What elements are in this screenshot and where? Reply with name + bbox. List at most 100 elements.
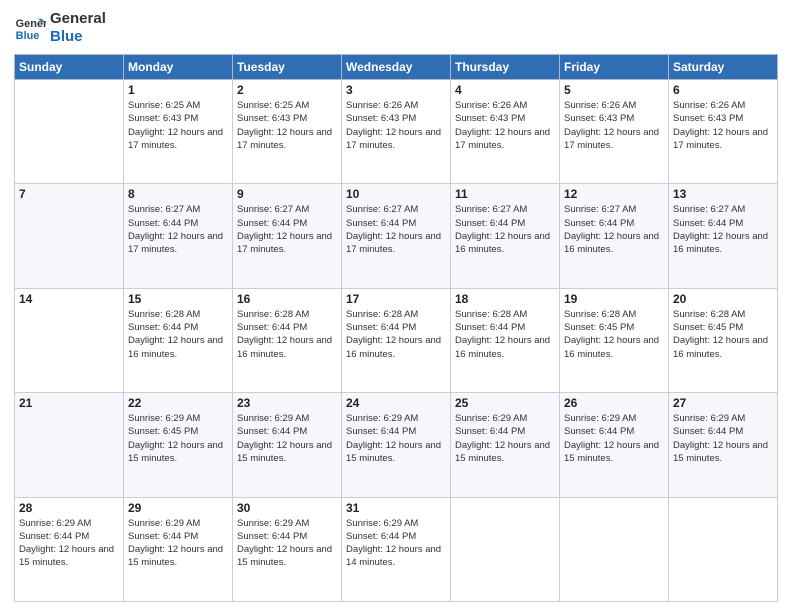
calendar-cell: 9 Sunrise: 6:27 AMSunset: 6:44 PMDaylight… — [233, 184, 342, 288]
day-number: 31 — [346, 501, 446, 515]
calendar-cell: 6 Sunrise: 6:26 AMSunset: 6:43 PMDaylight… — [669, 80, 778, 184]
calendar-cell: 17 Sunrise: 6:28 AMSunset: 6:44 PMDayligh… — [342, 288, 451, 392]
calendar-cell: 13 Sunrise: 6:27 AMSunset: 6:44 PMDayligh… — [669, 184, 778, 288]
day-info: Sunrise: 6:29 AMSunset: 6:44 PMDaylight:… — [237, 412, 337, 465]
calendar-cell: 29 Sunrise: 6:29 AMSunset: 6:44 PMDayligh… — [124, 497, 233, 601]
day-info: Sunrise: 6:27 AMSunset: 6:44 PMDaylight:… — [455, 203, 555, 256]
day-number: 9 — [237, 187, 337, 201]
day-number: 20 — [673, 292, 773, 306]
calendar-cell: 27 Sunrise: 6:29 AMSunset: 6:44 PMDayligh… — [669, 393, 778, 497]
day-info: Sunrise: 6:28 AMSunset: 6:44 PMDaylight:… — [237, 308, 337, 361]
day-number: 22 — [128, 396, 228, 410]
logo: General Blue General Blue — [14, 10, 106, 46]
week-row-3: 21 22 Sunrise: 6:29 AMSunset: 6:45 PMDayli… — [15, 393, 778, 497]
day-number: 28 — [19, 501, 119, 515]
calendar-cell: 10Sunrise: 6:27 AMSunset: 6:44 PMDayligh… — [342, 184, 451, 288]
day-info: Sunrise: 6:27 AMSunset: 6:44 PMDaylight:… — [564, 203, 664, 256]
day-number: 8 — [128, 187, 228, 201]
day-info: Sunrise: 6:27 AMSunset: 6:44 PMDaylight:… — [237, 203, 337, 256]
day-info: Sunrise: 6:27 AMSunset: 6:44 PMDaylight:… — [673, 203, 773, 256]
calendar-cell: 25 Sunrise: 6:29 AMSunset: 6:44 PMDayligh… — [451, 393, 560, 497]
calendar-cell: 14 — [15, 288, 124, 392]
day-info: Sunrise: 6:29 AMSunset: 6:44 PMDaylight:… — [346, 412, 446, 465]
weekday-wednesday: Wednesday — [342, 55, 451, 80]
calendar-cell: 15 Sunrise: 6:28 AMSunset: 6:44 PMDayligh… — [124, 288, 233, 392]
calendar-cell — [669, 497, 778, 601]
weekday-tuesday: Tuesday — [233, 55, 342, 80]
day-info: Sunrise: 6:26 AMSunset: 6:43 PMDaylight:… — [564, 99, 664, 152]
calendar-cell: 26 Sunrise: 6:29 AMSunset: 6:44 PMDayligh… — [560, 393, 669, 497]
header: General Blue General Blue — [14, 10, 778, 46]
calendar-cell — [451, 497, 560, 601]
day-number: 1 — [128, 83, 228, 97]
week-row-4: 28 Sunrise: 6:29 AMSunset: 6:44 PMDayligh… — [15, 497, 778, 601]
day-number: 26 — [564, 396, 664, 410]
calendar-cell: 24 Sunrise: 6:29 AMSunset: 6:44 PMDayligh… — [342, 393, 451, 497]
day-number: 29 — [128, 501, 228, 515]
calendar-cell: 31 Sunrise: 6:29 AMSunset: 6:44 PMDayligh… — [342, 497, 451, 601]
calendar-cell: 20Sunrise: 6:28 AMSunset: 6:45 PMDayligh… — [669, 288, 778, 392]
calendar-cell: 22 Sunrise: 6:29 AMSunset: 6:45 PMDayligh… — [124, 393, 233, 497]
day-number: 12 — [564, 187, 664, 201]
day-info: Sunrise: 6:25 AMSunset: 6:43 PMDaylight:… — [237, 99, 337, 152]
weekday-friday: Friday — [560, 55, 669, 80]
page: General Blue General Blue SundayMondayTu… — [0, 0, 792, 612]
svg-text:Blue: Blue — [16, 30, 40, 42]
day-info: Sunrise: 6:29 AMSunset: 6:44 PMDaylight:… — [346, 517, 446, 570]
day-number: 2 — [237, 83, 337, 97]
day-number: 6 — [673, 83, 773, 97]
week-row-1: 78 Sunrise: 6:27 AMSunset: 6:44 PMDayligh… — [15, 184, 778, 288]
calendar-cell: 3 Sunrise: 6:26 AMSunset: 6:43 PMDaylight… — [342, 80, 451, 184]
day-info: Sunrise: 6:27 AMSunset: 6:44 PMDaylight:… — [128, 203, 228, 256]
day-number: 13 — [673, 187, 773, 201]
week-row-0: 1 Sunrise: 6:25 AMSunset: 6:43 PMDaylight… — [15, 80, 778, 184]
day-number: 14 — [19, 292, 119, 306]
calendar-cell: 30Sunrise: 6:29 AMSunset: 6:44 PMDayligh… — [233, 497, 342, 601]
day-info: Sunrise: 6:26 AMSunset: 6:43 PMDaylight:… — [455, 99, 555, 152]
day-number: 18 — [455, 292, 555, 306]
day-number: 17 — [346, 292, 446, 306]
day-number: 16 — [237, 292, 337, 306]
day-number: 23 — [237, 396, 337, 410]
day-info: Sunrise: 6:26 AMSunset: 6:43 PMDaylight:… — [346, 99, 446, 152]
day-info: Sunrise: 6:28 AMSunset: 6:44 PMDaylight:… — [455, 308, 555, 361]
day-number: 21 — [19, 396, 119, 410]
day-info: Sunrise: 6:28 AMSunset: 6:45 PMDaylight:… — [564, 308, 664, 361]
day-info: Sunrise: 6:29 AMSunset: 6:45 PMDaylight:… — [128, 412, 228, 465]
calendar-cell: 7 — [15, 184, 124, 288]
day-info: Sunrise: 6:29 AMSunset: 6:44 PMDaylight:… — [455, 412, 555, 465]
logo-icon: General Blue — [14, 12, 46, 44]
day-number: 27 — [673, 396, 773, 410]
day-number: 4 — [455, 83, 555, 97]
day-info: Sunrise: 6:28 AMSunset: 6:44 PMDaylight:… — [128, 308, 228, 361]
week-row-2: 14 15 Sunrise: 6:28 AMSunset: 6:44 PMDayli… — [15, 288, 778, 392]
calendar-cell: 8 Sunrise: 6:27 AMSunset: 6:44 PMDaylight… — [124, 184, 233, 288]
weekday-thursday: Thursday — [451, 55, 560, 80]
calendar-cell: 1 Sunrise: 6:25 AMSunset: 6:43 PMDaylight… — [124, 80, 233, 184]
day-info: Sunrise: 6:29 AMSunset: 6:44 PMDaylight:… — [564, 412, 664, 465]
logo-blue: Blue — [50, 28, 106, 46]
calendar-cell: 11Sunrise: 6:27 AMSunset: 6:44 PMDayligh… — [451, 184, 560, 288]
day-info: Sunrise: 6:26 AMSunset: 6:43 PMDaylight:… — [673, 99, 773, 152]
day-number: 25 — [455, 396, 555, 410]
calendar-cell: 19 Sunrise: 6:28 AMSunset: 6:45 PMDayligh… — [560, 288, 669, 392]
calendar-cell: 5 Sunrise: 6:26 AMSunset: 6:43 PMDaylight… — [560, 80, 669, 184]
day-info: Sunrise: 6:29 AMSunset: 6:44 PMDaylight:… — [128, 517, 228, 570]
day-number: 5 — [564, 83, 664, 97]
day-info: Sunrise: 6:28 AMSunset: 6:44 PMDaylight:… — [346, 308, 446, 361]
calendar-table: SundayMondayTuesdayWednesdayThursdayFrid… — [14, 54, 778, 602]
calendar-cell: 12 Sunrise: 6:27 AMSunset: 6:44 PMDayligh… — [560, 184, 669, 288]
day-number: 3 — [346, 83, 446, 97]
day-number: 15 — [128, 292, 228, 306]
day-number: 19 — [564, 292, 664, 306]
day-number: 7 — [19, 187, 119, 201]
calendar-cell: 28 Sunrise: 6:29 AMSunset: 6:44 PMDayligh… — [15, 497, 124, 601]
weekday-header-row: SundayMondayTuesdayWednesdayThursdayFrid… — [15, 55, 778, 80]
day-number: 24 — [346, 396, 446, 410]
day-info: Sunrise: 6:29 AMSunset: 6:44 PMDaylight:… — [673, 412, 773, 465]
calendar-cell: 23 Sunrise: 6:29 AMSunset: 6:44 PMDayligh… — [233, 393, 342, 497]
day-info: Sunrise: 6:29 AMSunset: 6:44 PMDaylight:… — [237, 517, 337, 570]
day-info: Sunrise: 6:25 AMSunset: 6:43 PMDaylight:… — [128, 99, 228, 152]
day-info: Sunrise: 6:29 AMSunset: 6:44 PMDaylight:… — [19, 517, 119, 570]
weekday-sunday: Sunday — [15, 55, 124, 80]
